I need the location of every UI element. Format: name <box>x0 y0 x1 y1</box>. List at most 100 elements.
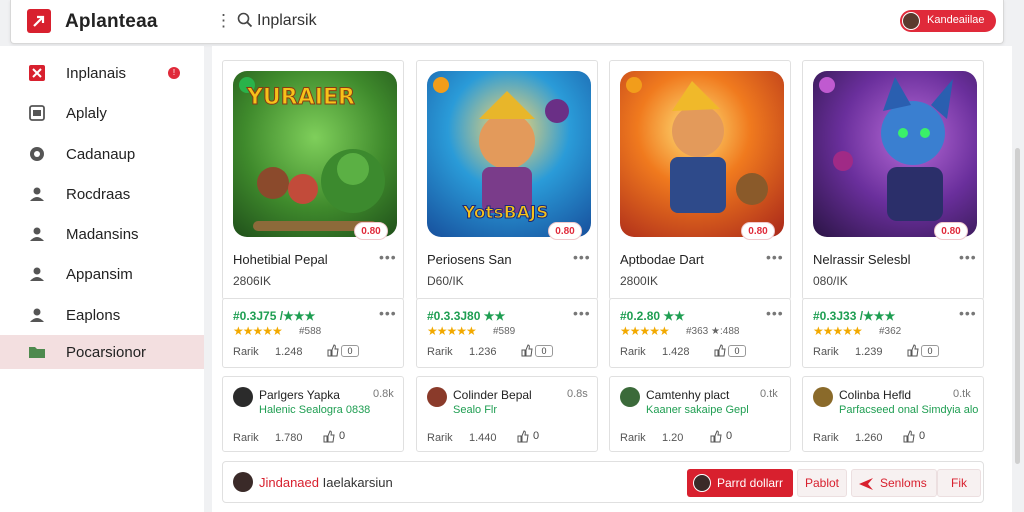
like-button[interactable]: 0 <box>521 344 553 358</box>
game-card[interactable]: 0.80 Nelrassir Selesbl ••• 080/IK <box>802 60 984 300</box>
more-icon[interactable]: ••• <box>959 305 977 321</box>
sidebar-item-label: Cadanaup <box>66 146 136 163</box>
like-button[interactable]: 0 <box>323 430 363 444</box>
rating-stars: ★★★★★ <box>620 324 670 338</box>
sidebar-item-appansim[interactable]: Appansim <box>0 257 204 291</box>
rank-value: 1.440 <box>469 432 497 444</box>
like-button[interactable]: 0 <box>327 344 359 358</box>
send-button[interactable]: Senloms <box>851 469 937 497</box>
reviewer-name: Parlgers Yapka <box>259 388 340 402</box>
review-text: Kaaner sakaipe Gepl <box>646 404 749 416</box>
sidebar-item-inplanais[interactable]: Inplanais ! <box>0 56 204 90</box>
sidebar-item-cadanaup[interactable]: Cadanaup <box>0 137 204 171</box>
sidebar-item-label: Appansim <box>66 266 133 283</box>
review-card[interactable]: Colinba Hefld 0.tk Parfacseed onal Simdy… <box>802 376 984 452</box>
like-button[interactable]: 0 <box>907 344 939 358</box>
sidebar-item-label: Eaplons <box>66 307 121 324</box>
avatar <box>902 12 920 30</box>
sidebar-item-label: Aplaly <box>66 105 107 122</box>
rank-value: 1.428 <box>662 346 690 358</box>
rank-label: Rarik <box>427 432 453 444</box>
sidebar-item-label: Inplanais <box>66 65 127 82</box>
stats-card: #0.3.3J80 ★★ ••• ★★★★★ #589 Rarik 1.236 … <box>416 298 598 368</box>
rating-count: #362 <box>879 326 902 337</box>
more-icon[interactable]: ••• <box>573 305 591 321</box>
game-card[interactable]: YURAIER 0.80 Hohetibial Pepal ••• 2806IK <box>222 60 404 300</box>
review-card[interactable]: Colinder Bepal 0.8s Sealo Flr Rarik 1.44… <box>416 376 598 452</box>
more-icon[interactable]: ••• <box>573 249 591 265</box>
thumbs-up-icon <box>327 344 339 357</box>
tertiary-button[interactable]: Fik <box>937 469 981 497</box>
thumbs-up-icon <box>517 430 529 443</box>
rank-label: Rarik <box>813 432 839 444</box>
sidebar-item-aplaly[interactable]: Aplaly <box>0 96 204 130</box>
app-title: Aplanteaa <box>65 11 158 32</box>
score-text: #0.3J75 /★★★ <box>233 309 316 323</box>
more-icon[interactable]: ••• <box>766 249 784 265</box>
score-text: #0.3.3J80 ★★ <box>427 309 506 323</box>
sidebar-item-madansins[interactable]: Madansins <box>0 217 204 251</box>
game-title: Nelrassir Selesbl <box>813 252 911 267</box>
like-button[interactable]: 0 <box>714 344 746 358</box>
game-subtitle: 080/IK <box>813 274 848 288</box>
more-icon[interactable]: ••• <box>959 249 977 265</box>
thumbs-up-icon <box>714 344 726 357</box>
thumbs-up-icon <box>521 344 533 357</box>
rating-stars: ★★★★★ <box>813 324 863 338</box>
category-icon <box>433 77 449 93</box>
user-menu-button[interactable]: Kandeaiilae <box>900 10 996 32</box>
like-button[interactable]: 0 <box>903 430 943 444</box>
rank-label: Rarik <box>233 432 259 444</box>
game-card[interactable]: YotsBAJS 0.80 Periosens San ••• D60/IK <box>416 60 598 300</box>
more-icon[interactable]: ••• <box>379 305 397 321</box>
stats-card: #0.2.80 ★★ ••• ★★★★★ #363 ★:488 Rarik 1.… <box>609 298 791 368</box>
game-card[interactable]: 0.80 Aptbodae Dart ••• 2800IK <box>609 60 791 300</box>
like-count: 0 <box>919 430 926 442</box>
rating-stars: ★★★★★ <box>427 324 477 338</box>
review-card[interactable]: Camtenhy plact 0.tk Kaaner sakaipe Gepl … <box>609 376 791 452</box>
like-button[interactable]: 0 <box>517 430 557 444</box>
more-vertical-icon[interactable]: ⋮ <box>215 11 232 31</box>
user-group-icon <box>30 227 44 241</box>
like-count: 0 <box>535 345 553 357</box>
sidebar-item-rocdraas[interactable]: Rocdraas <box>0 177 204 211</box>
rank-value: 1.260 <box>855 432 883 444</box>
bottom-bar-label: Iaelakarsiun <box>322 475 393 490</box>
sidebar-item-label: Madansins <box>66 226 139 243</box>
price-badge: 0.80 <box>741 222 775 240</box>
primary-action-label: Parrd dollarr <box>717 476 784 490</box>
rank-label: Rarik <box>427 346 453 358</box>
like-count: 0 <box>726 430 733 442</box>
sidebar-item-pocarsionor[interactable]: Pocarsionor <box>0 335 204 369</box>
game-thumbnail[interactable]: YURAIER <box>233 71 397 237</box>
user-name: Kandeaiilae <box>927 14 985 26</box>
bottom-bar-highlight: Jindanaed <box>259 475 319 490</box>
scrollbar-thumb[interactable] <box>1015 148 1020 464</box>
more-icon[interactable]: ••• <box>379 249 397 265</box>
primary-action-button[interactable]: Parrd dollarr <box>687 469 793 497</box>
thumbs-up-icon <box>710 430 722 443</box>
game-subtitle: 2806IK <box>233 274 272 288</box>
avatar <box>233 387 253 407</box>
bottom-bar-text: Jindanaed Iaelakarsiun <box>259 475 393 490</box>
rank-label: Rarik <box>233 346 259 358</box>
rank-value: 1.239 <box>855 346 883 358</box>
bottom-action-bar: Jindanaed Iaelakarsiun Parrd dollarr Pab… <box>222 461 984 503</box>
like-count: 0 <box>341 345 359 357</box>
app-logo-icon[interactable] <box>27 9 51 33</box>
like-count: 0 <box>533 430 540 442</box>
game-thumbnail[interactable] <box>813 71 977 237</box>
secondary-button[interactable]: Pablot <box>797 469 847 497</box>
search-input[interactable] <box>257 10 557 32</box>
thumbs-up-icon <box>903 430 915 443</box>
price-badge: 0.80 <box>548 222 582 240</box>
game-thumbnail[interactable]: YotsBAJS <box>427 71 591 237</box>
stats-card: #0.3J33 /★★★ ••• ★★★★★ #362 Rarik 1.239 … <box>802 298 984 368</box>
game-title: Periosens San <box>427 252 512 267</box>
like-button[interactable]: 0 <box>710 430 750 444</box>
game-thumbnail[interactable] <box>620 71 784 237</box>
review-card[interactable]: Parlgers Yapka 0.8k Halenic Sealogra 083… <box>222 376 404 452</box>
sidebar-item-eaplons[interactable]: Eaplons <box>0 298 204 332</box>
avatar <box>813 387 833 407</box>
more-icon[interactable]: ••• <box>766 305 784 321</box>
